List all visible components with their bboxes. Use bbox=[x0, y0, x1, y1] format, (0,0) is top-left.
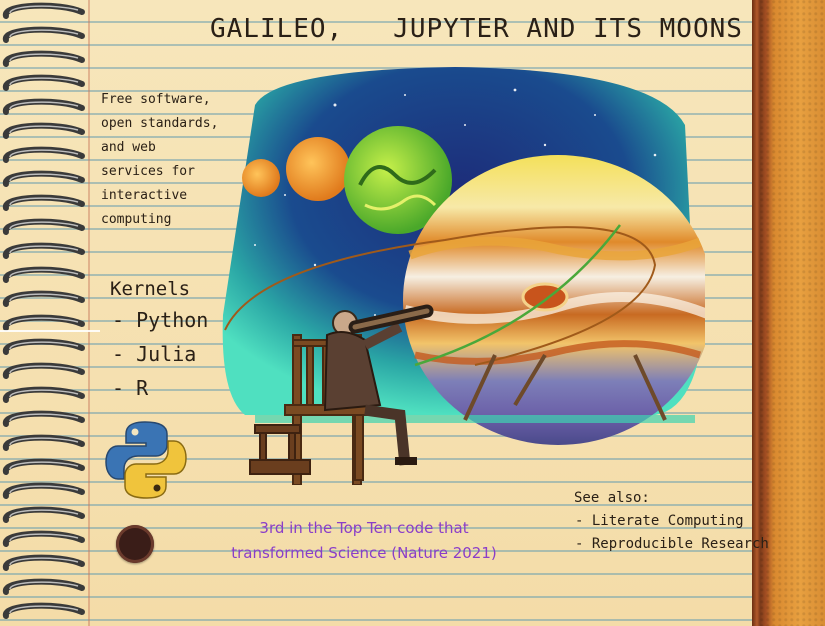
spiral-ring bbox=[3, 482, 85, 499]
see-also-label: See also: bbox=[574, 490, 650, 506]
spiral-ring bbox=[3, 170, 85, 187]
spiral-binding-icon bbox=[3, 2, 85, 619]
spiral-ring bbox=[3, 314, 85, 331]
binder-hole-icon bbox=[116, 525, 154, 563]
python-logo-icon bbox=[105, 421, 187, 499]
spiral-ring bbox=[3, 218, 85, 235]
spiral-ring bbox=[3, 290, 85, 307]
kernels-label: Kernels bbox=[110, 278, 191, 300]
spiral-ring bbox=[3, 26, 85, 43]
tagline: Free software, open standards, and web s… bbox=[101, 92, 219, 227]
kernel-list: - Python - Julia - R bbox=[112, 308, 208, 410]
spiral-ring bbox=[3, 602, 85, 619]
spiral-ring bbox=[3, 50, 85, 67]
spiral-ring bbox=[3, 146, 85, 163]
see-also-item-literate-computing: - Literate Computing bbox=[575, 513, 744, 529]
spiral-ring bbox=[3, 434, 85, 451]
page-title: GALILEO, JUPYTER AND ITS MOONS bbox=[210, 14, 743, 44]
spiral-ring bbox=[3, 506, 85, 523]
spiral-ring bbox=[3, 386, 85, 403]
spiral-ring bbox=[3, 266, 85, 283]
notebook-back-cover bbox=[760, 0, 825, 626]
spiral-ring bbox=[3, 410, 85, 427]
spiral-ring bbox=[3, 338, 85, 355]
spiral-ring bbox=[3, 122, 85, 139]
spiral-ring bbox=[3, 74, 85, 91]
kernel-item-r: - R bbox=[112, 376, 149, 400]
spiral-ring bbox=[3, 554, 85, 571]
paper-tear-highlight bbox=[0, 330, 100, 332]
see-also-item-reproducible-research: - Reproducible Research bbox=[575, 536, 769, 552]
notebook-page: GALILEO, JUPYTER AND ITS MOONS Free soft… bbox=[0, 0, 825, 626]
spiral-ring bbox=[3, 578, 85, 595]
kernel-item-python: - Python bbox=[112, 308, 209, 332]
spiral-ring bbox=[3, 242, 85, 259]
spiral-ring bbox=[3, 98, 85, 115]
spiral-ring bbox=[3, 2, 85, 19]
kernel-item-julia: - Julia bbox=[112, 342, 197, 366]
spiral-ring bbox=[3, 458, 85, 475]
see-also-list: - Literate Computing - Reproducible Rese… bbox=[575, 513, 769, 559]
ranking-note: 3rd in the Top Ten code that transformed… bbox=[231, 519, 497, 562]
spiral-ring bbox=[3, 362, 85, 379]
spiral-ring bbox=[3, 530, 85, 547]
spiral-ring bbox=[3, 194, 85, 211]
jupiter-telescope-illustration bbox=[222, 67, 705, 485]
